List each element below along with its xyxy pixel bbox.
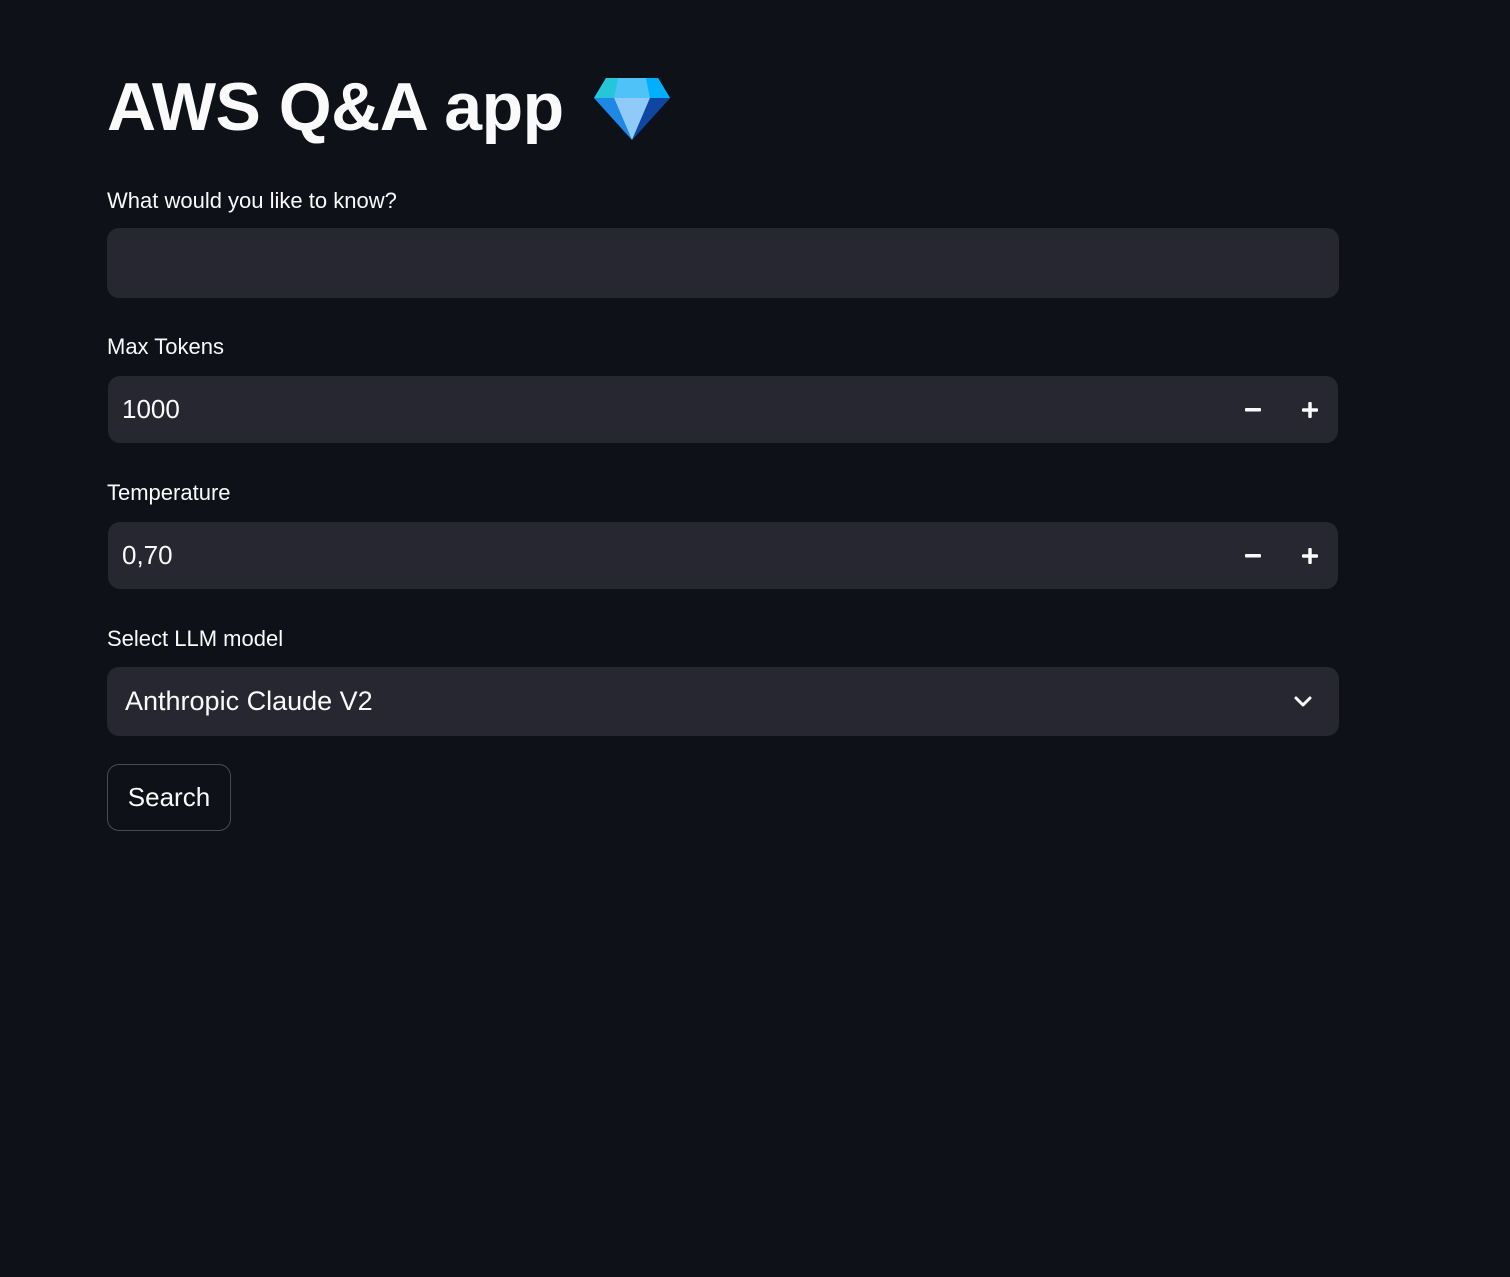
max-tokens-value[interactable]: 1000 [108,376,1226,443]
model-select[interactable]: Anthropic Claude V2 [107,667,1339,736]
minus-icon [1245,407,1263,412]
max-tokens-field[interactable]: 1000 [108,376,1338,443]
max-tokens-increment-button[interactable] [1282,376,1338,443]
page-title: AWS Q&A app [107,69,564,145]
minus-icon [1245,553,1263,558]
temperature-value[interactable]: 0,70 [108,522,1226,589]
max-tokens-label: Max Tokens [107,334,224,359]
search-button[interactable]: Search [107,764,231,831]
question-input[interactable] [107,228,1339,298]
temperature-label: Temperature [107,480,231,505]
question-label: What would you like to know? [107,188,397,213]
model-select-label: Select LLM model [107,626,284,651]
header: AWS Q&A app [107,62,672,152]
model-select-value: Anthropic Claude V2 [125,686,373,716]
chevron-down-icon[interactable] [1267,667,1339,736]
max-tokens-decrement-button[interactable] [1226,376,1282,443]
plus-icon [1301,401,1319,419]
temperature-increment-button[interactable] [1282,522,1338,589]
app-page: AWS Q&A app What would you like to know?… [0,0,1510,1277]
temperature-field[interactable]: 0,70 [108,522,1338,589]
gem-icon [592,76,672,142]
temperature-decrement-button[interactable] [1226,522,1282,589]
plus-icon [1301,547,1319,565]
